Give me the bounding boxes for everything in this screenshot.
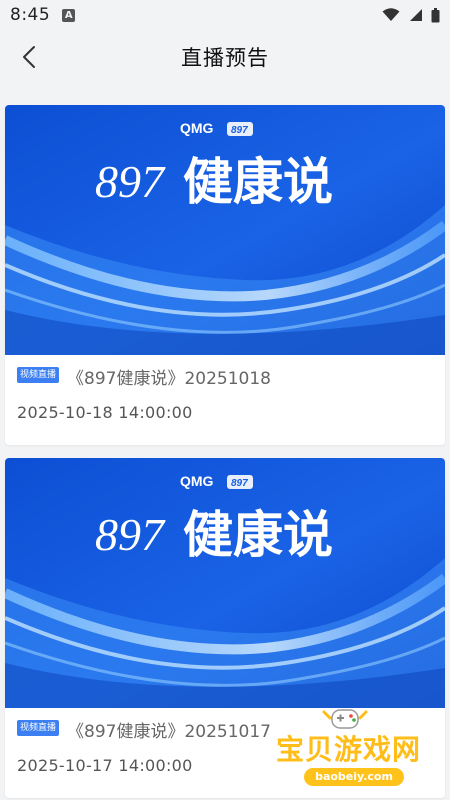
watermark-url: baobeiy.com <box>304 768 404 786</box>
status-icons <box>382 7 440 23</box>
live-type-badge: 视频直播 <box>17 720 60 736</box>
banner-channel-badge: 897 <box>231 478 248 489</box>
banner-headline-number: 897 <box>95 509 166 560</box>
signal-icon <box>410 9 422 21</box>
nav-bar: 直播预告 <box>0 30 450 84</box>
banner-headline-text: 健康说 <box>183 506 333 564</box>
status-time: 8:45 <box>10 5 51 25</box>
banner-channel-badge: 897 <box>231 125 248 136</box>
live-item-title[interactable]: 《897健康说》20251018 <box>67 364 271 389</box>
watermark: 宝贝游戏网 baobeiy.com <box>270 706 446 796</box>
live-thumbnail[interactable]: QMG 897 897 健康说 <box>5 458 445 708</box>
watermark-text: 宝贝游戏网 <box>276 733 422 766</box>
live-item-time: 2025-10-18 14:00:00 <box>17 403 193 422</box>
live-type-badge: 视频直播 <box>17 367 60 383</box>
live-item-card[interactable]: QMG 897 897 健康说 视频直播 《897健康说》20251018 20… <box>5 105 445 445</box>
wifi-icon <box>382 8 400 21</box>
live-thumbnail[interactable]: QMG 897 897 健康说 <box>5 105 445 355</box>
page-title: 直播预告 <box>181 46 269 70</box>
banner-headline-number: 897 <box>95 156 166 207</box>
live-preview-list: QMG 897 897 健康说 视频直播 《897健康说》20251018 20… <box>0 84 450 800</box>
chevron-left-icon <box>23 46 35 68</box>
banner-headline-text: 健康说 <box>183 153 333 211</box>
live-item-time: 2025-10-17 14:00:00 <box>17 756 193 775</box>
banner-brand: QMG <box>180 473 214 489</box>
back-button[interactable] <box>12 40 46 74</box>
banner-brand: QMG <box>180 120 214 136</box>
live-item-info: 视频直播 《897健康说》20251018 2025-10-18 14:00:0… <box>5 355 445 445</box>
notification-icon: A <box>62 8 76 22</box>
status-bar: 8:45 A <box>0 0 450 30</box>
live-item-title[interactable]: 《897健康说》20251017 <box>67 717 271 742</box>
battery-icon <box>431 7 440 22</box>
